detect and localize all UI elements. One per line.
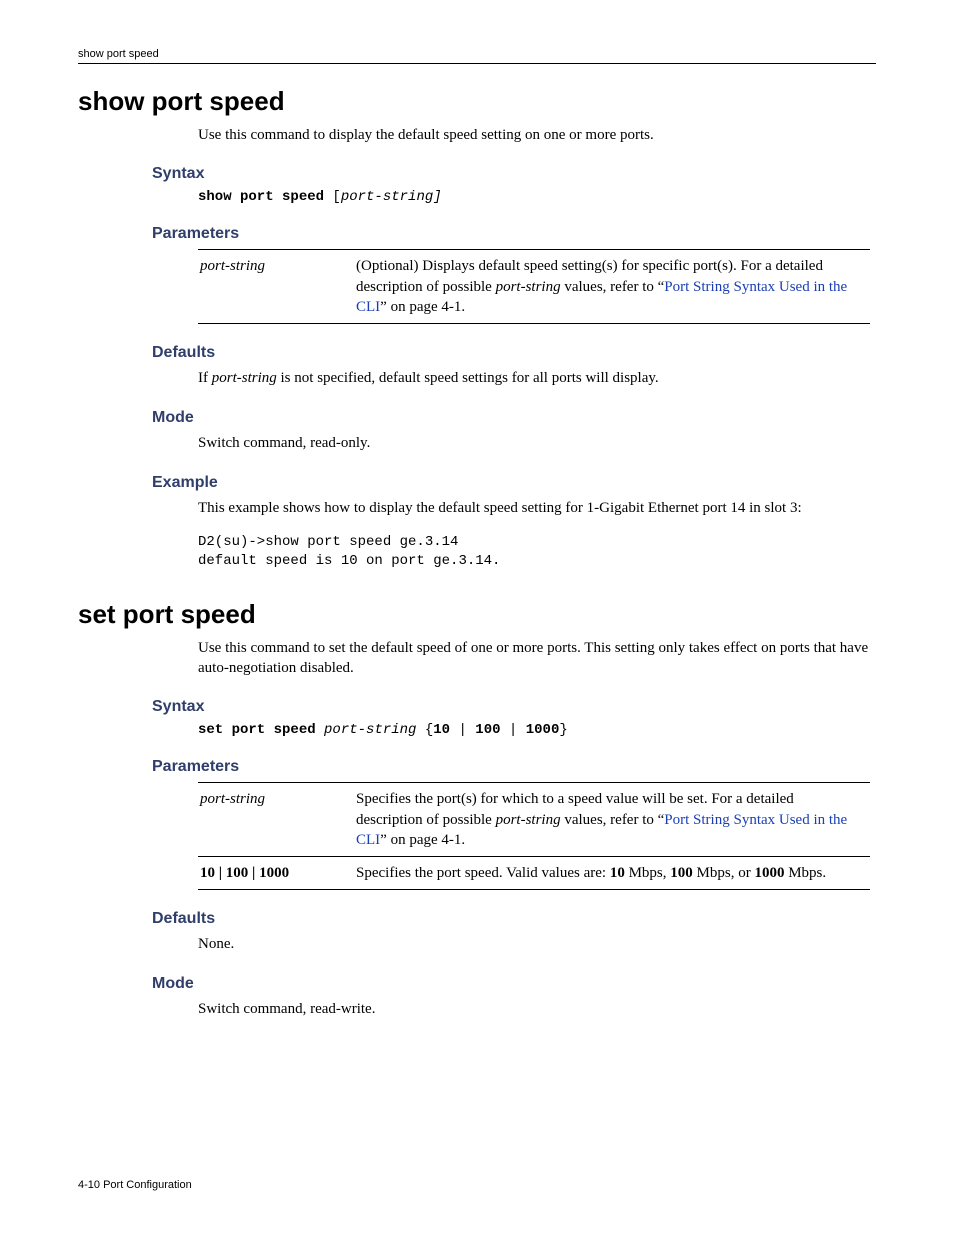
param-desc: Specifies the port speed. Valid values a…	[354, 857, 870, 890]
syntax-keyword: set port speed	[198, 722, 324, 738]
mode-heading: Mode	[152, 409, 876, 427]
table-row: 10 | 100 | 1000 Specifies the port speed…	[198, 857, 870, 890]
param-desc: Specifies the port(s) for which to a spe…	[354, 783, 870, 857]
example-text: This example shows how to display the de…	[198, 498, 876, 519]
defaults-text: If port-string is not specified, default…	[198, 368, 876, 389]
defaults-heading: Defaults	[152, 344, 876, 362]
syntax-arg: port-string	[324, 722, 416, 738]
command-intro: Use this command to display the default …	[198, 125, 876, 145]
table-row: port-string Specifies the port(s) for wh…	[198, 783, 870, 857]
parameters-heading: Parameters	[152, 225, 876, 243]
running-header: show port speed	[78, 48, 876, 64]
defaults-text: None.	[198, 934, 876, 955]
command-intro: Use this command to set the default spee…	[198, 638, 876, 679]
syntax-line: show port speed [port-string]	[198, 189, 876, 205]
syntax-keyword: show port speed	[198, 189, 332, 205]
command-title-set-port-speed: set port speed	[78, 599, 876, 630]
syntax-heading: Syntax	[152, 698, 876, 716]
page: show port speed show port speed Use this…	[0, 0, 954, 1235]
parameters-table: port-string Specifies the port(s) for wh…	[198, 782, 870, 890]
param-desc: (Optional) Displays default speed settin…	[354, 250, 870, 324]
mode-heading: Mode	[152, 975, 876, 993]
defaults-heading: Defaults	[152, 910, 876, 928]
syntax-bracket: [	[332, 189, 340, 205]
syntax-heading: Syntax	[152, 165, 876, 183]
example-console: D2(su)->show port speed ge.3.14 default …	[198, 533, 876, 571]
table-row: port-string (Optional) Displays default …	[198, 250, 870, 324]
param-name: 10 | 100 | 1000	[198, 857, 354, 890]
page-footer: 4-10 Port Configuration	[78, 1179, 192, 1191]
parameters-table: port-string (Optional) Displays default …	[198, 249, 870, 324]
param-name: port-string	[198, 783, 354, 857]
parameters-heading: Parameters	[152, 758, 876, 776]
param-name: port-string	[198, 250, 354, 324]
example-heading: Example	[152, 474, 876, 492]
syntax-line: set port speed port-string {10 | 100 | 1…	[198, 722, 876, 738]
mode-text: Switch command, read-write.	[198, 999, 876, 1020]
command-title-show-port-speed: show port speed	[78, 86, 876, 117]
mode-text: Switch command, read-only.	[198, 433, 876, 454]
syntax-arg: port-string]	[341, 189, 442, 205]
